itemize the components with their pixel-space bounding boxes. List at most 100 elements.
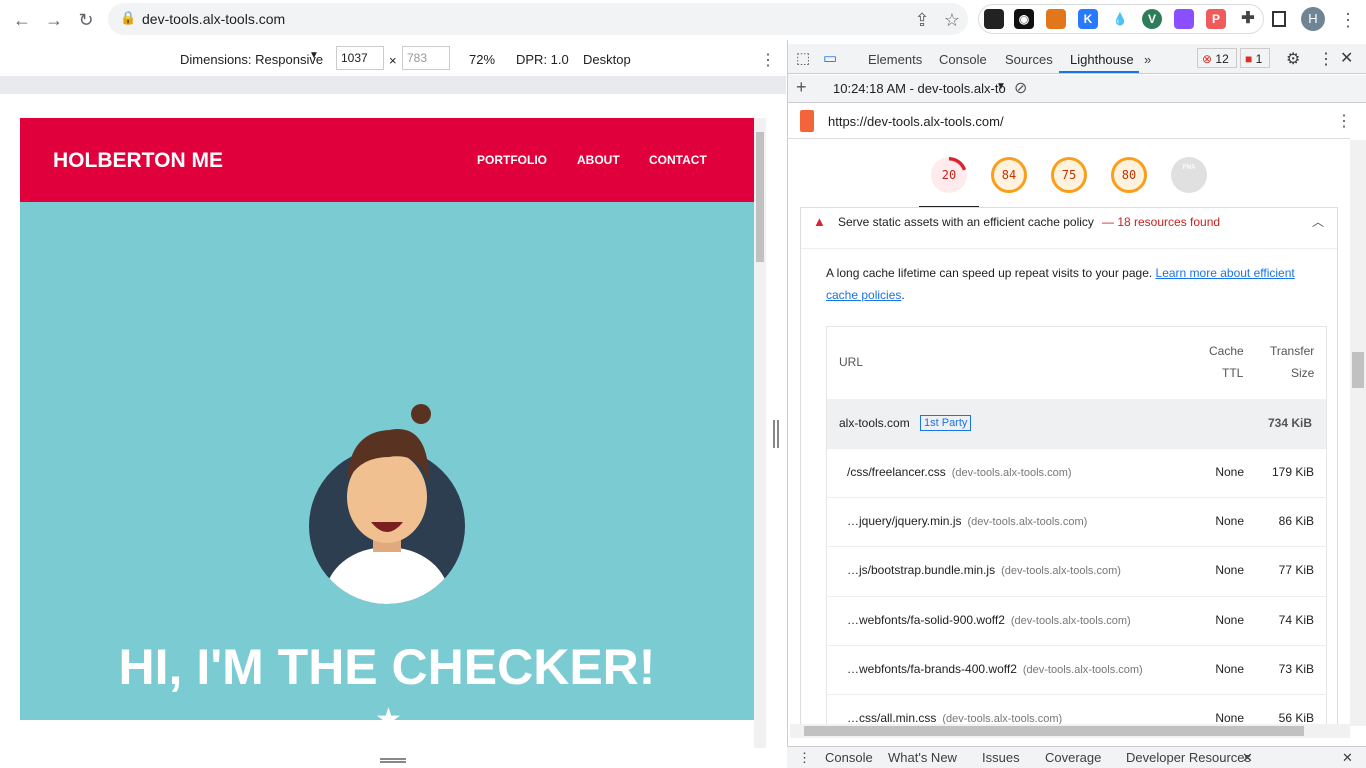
tab-elements[interactable]: Elements bbox=[868, 52, 922, 67]
resource-url[interactable]: …webfonts/fa-brands-400.woff2 bbox=[847, 662, 1017, 676]
group-name: alx-tools.com bbox=[839, 416, 910, 430]
more-icon[interactable]: ⋮ bbox=[1318, 49, 1334, 69]
table-row[interactable]: …webfonts/fa-brands-400.woff2 (dev-tools.… bbox=[827, 645, 1326, 694]
resource-url[interactable]: …js/bootstrap.bundle.min.js bbox=[847, 563, 995, 577]
cache-ttl: None bbox=[1215, 662, 1244, 676]
errors-badge[interactable]: ⊗ 12 bbox=[1197, 48, 1237, 68]
inspect-icon[interactable]: ⬚ bbox=[796, 49, 810, 67]
drop-extension-icon[interactable]: 💧 bbox=[1110, 9, 1130, 29]
device-mode-select[interactable]: Desktop bbox=[583, 52, 631, 67]
viewport-scrollbar[interactable] bbox=[754, 118, 766, 748]
table-row[interactable]: …css/all.min.css (dev-tools.alx-tools.com… bbox=[827, 694, 1326, 724]
score-gauge-performance[interactable]: 20 bbox=[931, 157, 967, 193]
site-header: HOLBERTON ME PORTFOLIO ABOUT CONTACT bbox=[20, 118, 754, 202]
score-gauge-best-practices[interactable]: 75 bbox=[1051, 157, 1087, 193]
score-gauge-pwa[interactable]: PWA bbox=[1171, 157, 1207, 193]
report-menu-icon[interactable]: ⋮ bbox=[1336, 111, 1352, 131]
resource-url[interactable]: …jquery/jquery.min.js bbox=[847, 514, 961, 528]
tab-sources[interactable]: Sources bbox=[1005, 52, 1053, 67]
k-extension-icon[interactable]: K bbox=[1078, 9, 1098, 29]
avatar[interactable]: H bbox=[1301, 7, 1325, 31]
p-extension-icon[interactable]: P bbox=[1206, 9, 1226, 29]
tab-console[interactable]: Console bbox=[939, 52, 987, 67]
dimensions-select[interactable]: Dimensions: Responsive bbox=[180, 52, 323, 67]
resize-handle[interactable] bbox=[773, 420, 779, 448]
description-text: A long cache lifetime can speed up repea… bbox=[826, 266, 1156, 280]
col-transfer-size-2: Size bbox=[1291, 366, 1315, 380]
table-row[interactable]: …js/bootstrap.bundle.min.js (dev-tools.al… bbox=[827, 546, 1326, 595]
resource-host: (dev-tools.alx-tools.com) bbox=[1010, 615, 1131, 627]
more-tabs-icon[interactable]: » bbox=[1144, 52, 1151, 67]
width-input[interactable]: 1037 bbox=[336, 46, 384, 70]
transfer-size: 73 KiB bbox=[1278, 662, 1314, 676]
plus-icon[interactable]: + bbox=[796, 77, 807, 98]
menu-icon[interactable]: ⋮ bbox=[1336, 8, 1360, 32]
col-transfer-size: Transfer bbox=[1270, 344, 1315, 358]
drawer-tab-developer-resources[interactable]: Developer Resources bbox=[1126, 750, 1251, 765]
purple-extension-icon[interactable] bbox=[1174, 9, 1194, 29]
resource-url[interactable]: /css/freelancer.css bbox=[847, 465, 946, 479]
table-row-clip: …css/all.min.css (dev-tools.alx-tools.com… bbox=[827, 694, 1326, 724]
drawer-tab-console[interactable]: Console bbox=[825, 750, 873, 765]
table-row[interactable]: …webfonts/fa-solid-900.woff2 (dev-tools.a… bbox=[827, 596, 1326, 645]
issues-badge[interactable]: ■ 1 bbox=[1240, 48, 1270, 68]
share-icon[interactable]: ⇪ bbox=[910, 8, 934, 32]
chevron-up-icon[interactable]: ︿ bbox=[1312, 213, 1324, 230]
flag-icon: ■ bbox=[1245, 52, 1253, 66]
puzzle-icon[interactable]: ✚ bbox=[1238, 9, 1258, 29]
device-toolbar: Dimensions: Responsive ▼ × 72% DPR: 1.0 … bbox=[0, 44, 786, 74]
horizontal-scrollbar[interactable] bbox=[790, 724, 1350, 738]
camera-extension-icon[interactable]: ◉ bbox=[1014, 9, 1034, 29]
col-cache-ttl-2: TTL bbox=[1222, 366, 1244, 380]
v-extension-icon[interactable]: V bbox=[1142, 9, 1162, 29]
forward-icon[interactable]: → bbox=[42, 8, 66, 32]
group-size: 734 KiB bbox=[1268, 416, 1313, 430]
devtools-scrollbar[interactable] bbox=[1350, 140, 1366, 726]
close-icon[interactable]: ✕ bbox=[1340, 48, 1353, 68]
site-brand[interactable]: HOLBERTON ME bbox=[53, 149, 223, 173]
more-icon[interactable]: ⋮ bbox=[760, 50, 776, 70]
zoom-select[interactable]: 72% bbox=[469, 52, 495, 67]
score-gauge-accessibility[interactable]: 84 bbox=[991, 157, 1027, 193]
transfer-size: 56 KiB bbox=[1278, 711, 1314, 724]
height-input[interactable]: 783 bbox=[402, 46, 450, 70]
clear-icon[interactable]: ⊘ bbox=[1014, 78, 1027, 98]
extension-icon[interactable] bbox=[984, 9, 1004, 29]
divider-line bbox=[282, 720, 362, 723]
drawer-tab-coverage[interactable]: Coverage bbox=[1045, 750, 1101, 765]
error-icon: ⊗ bbox=[1202, 52, 1213, 66]
transfer-size: 179 KiB bbox=[1271, 465, 1314, 479]
resource-url[interactable]: …webfonts/fa-solid-900.woff2 bbox=[847, 613, 1005, 627]
resource-host: (dev-tools.alx-tools.com) bbox=[1001, 565, 1121, 577]
tab-lighthouse[interactable]: Lighthouse bbox=[1070, 52, 1134, 67]
settings-gear-icon[interactable]: ⚙ bbox=[1286, 49, 1300, 69]
transfer-size: 86 KiB bbox=[1278, 514, 1314, 528]
nav-about[interactable]: ABOUT bbox=[577, 153, 620, 167]
audit-title[interactable]: Serve static assets with an efficient ca… bbox=[838, 215, 1094, 229]
bookmark-star-icon[interactable]: ☆ bbox=[940, 8, 964, 32]
media-query-ruler[interactable] bbox=[0, 76, 786, 94]
device-toggle-icon[interactable]: ▭ bbox=[823, 49, 837, 67]
drawer-menu-icon[interactable]: ⋮ bbox=[798, 750, 811, 766]
close-tab-icon[interactable]: ✕ bbox=[1242, 750, 1253, 766]
resource-url[interactable]: …css/all.min.css bbox=[847, 711, 936, 724]
side-panel-icon[interactable] bbox=[1272, 11, 1286, 27]
nav-contact[interactable]: CONTACT bbox=[649, 153, 707, 167]
url-text[interactable]: dev-tools.alx-tools.com bbox=[142, 11, 285, 27]
dpr-select[interactable]: DPR: 1.0 bbox=[516, 52, 569, 67]
drawer-tab-whats-new[interactable]: What's New bbox=[888, 750, 957, 765]
table-row[interactable]: …jquery/jquery.min.js (dev-tools.alx-tool… bbox=[827, 497, 1326, 546]
close-drawer-icon[interactable]: ✕ bbox=[1342, 750, 1353, 766]
score-gauge-seo[interactable]: 80 bbox=[1111, 157, 1147, 193]
table-row[interactable]: /css/freelancer.css (dev-tools.alx-tools.… bbox=[827, 448, 1326, 497]
drawer-tab-issues[interactable]: Issues bbox=[982, 750, 1020, 765]
col-url: URL bbox=[839, 355, 864, 369]
metamask-icon[interactable] bbox=[1046, 9, 1066, 29]
resource-host: (dev-tools.alx-tools.com) bbox=[942, 713, 1063, 724]
report-select[interactable]: 10:24:18 AM - dev-tools.alx-to bbox=[833, 81, 1006, 96]
lighthouse-icon bbox=[800, 110, 814, 132]
resize-handle-bottom[interactable] bbox=[380, 758, 406, 763]
reload-icon[interactable]: ↻ bbox=[74, 8, 98, 32]
back-icon[interactable]: ← bbox=[10, 8, 34, 32]
nav-portfolio[interactable]: PORTFOLIO bbox=[477, 153, 547, 167]
